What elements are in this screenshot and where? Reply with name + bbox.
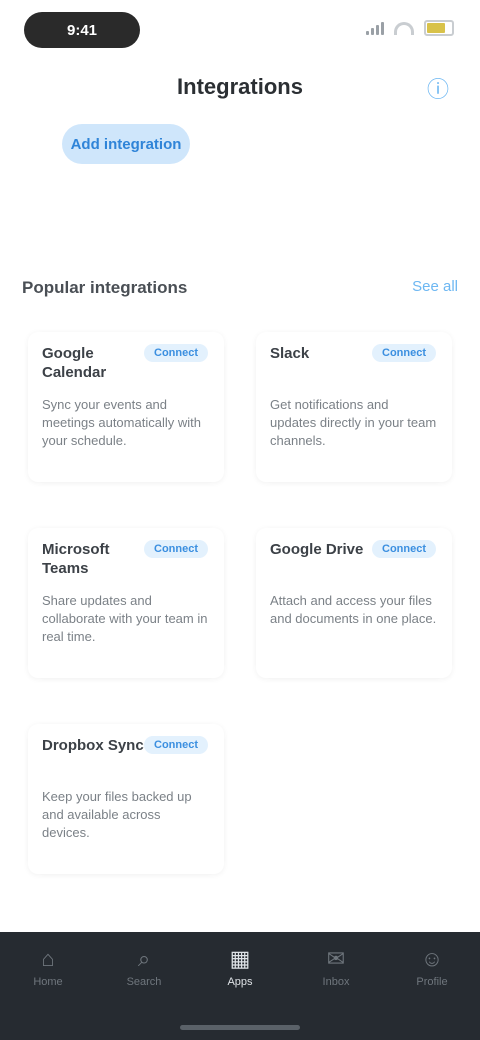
see-all-link[interactable]: See all	[412, 278, 458, 295]
status-time: 9:41	[24, 12, 140, 48]
card-title: Google Calendar	[42, 345, 107, 381]
card-title: Dropbox Sync	[42, 737, 144, 754]
tab-label: Inbox	[322, 976, 350, 988]
battery-level	[427, 23, 445, 33]
integration-card[interactable]: Microsoft Teams Connect Share updates an…	[28, 528, 224, 678]
app-screen: 9:41 Integrations ⓘ Add integration Popu…	[0, 0, 480, 1040]
nav-header: Integrations ⓘ	[0, 60, 480, 116]
connect-badge[interactable]: Connect	[144, 736, 208, 754]
wifi-icon	[394, 21, 414, 35]
page-title: Integrations	[177, 74, 303, 99]
card-description: Share updates and collaborate with your …	[42, 593, 208, 644]
connect-badge[interactable]: Connect	[144, 344, 208, 362]
card-description: Keep your files backed up and available …	[42, 789, 192, 840]
tab-label: Home	[33, 976, 63, 988]
card-description: Attach and access your files and documen…	[270, 593, 437, 626]
tab-bar: ⌂ Home ⌕ Search ▦ Apps ✉ Inbox ☺ Profile	[0, 932, 480, 1040]
home-icon: ⌂	[41, 946, 55, 971]
home-indicator	[180, 1025, 300, 1030]
integration-card[interactable]: Dropbox Sync Connect Keep your files bac…	[28, 724, 224, 874]
tab-profile[interactable]: ☺ Profile	[396, 946, 468, 1040]
grid-icon: ▦	[229, 946, 251, 971]
signal-icon	[366, 21, 384, 35]
question-circle-icon: ⓘ	[426, 77, 449, 102]
status-icons	[366, 20, 454, 36]
integration-card[interactable]: Google Drive Connect Attach and access y…	[256, 528, 452, 678]
card-title: Microsoft Teams	[42, 541, 110, 577]
card-description: Sync your events and meetings automatica…	[42, 397, 201, 448]
battery-icon	[424, 20, 454, 36]
section-header: Popular integrations See all	[0, 270, 480, 306]
connect-badge[interactable]: Connect	[372, 540, 436, 558]
tab-label: Profile	[416, 976, 448, 988]
card-title: Slack	[270, 345, 310, 362]
card-title: Google Drive	[270, 541, 364, 558]
tab-label: Apps	[227, 976, 253, 988]
status-bar: 9:41	[0, 0, 480, 60]
help-button[interactable]: ⓘ	[420, 70, 456, 106]
tab-label: Search	[126, 976, 162, 988]
integration-card[interactable]: Slack Connect Get notifications and upda…	[256, 332, 452, 482]
section-title: Popular integrations	[22, 278, 188, 297]
inbox-icon: ✉	[326, 946, 346, 971]
add-integration-button[interactable]: Add integration	[62, 124, 190, 164]
integration-card[interactable]: Google Calendar Connect Sync your events…	[28, 332, 224, 482]
connect-badge[interactable]: Connect	[144, 540, 208, 558]
tab-inbox[interactable]: ✉ Inbox	[300, 946, 372, 1040]
search-icon: ⌕	[137, 946, 151, 971]
user-icon: ☺	[420, 946, 444, 971]
tab-home[interactable]: ⌂ Home	[12, 946, 84, 1040]
tab-search[interactable]: ⌕ Search	[108, 946, 180, 1040]
card-description: Get notifications and updates directly i…	[270, 397, 437, 448]
connect-badge[interactable]: Connect	[372, 344, 436, 362]
